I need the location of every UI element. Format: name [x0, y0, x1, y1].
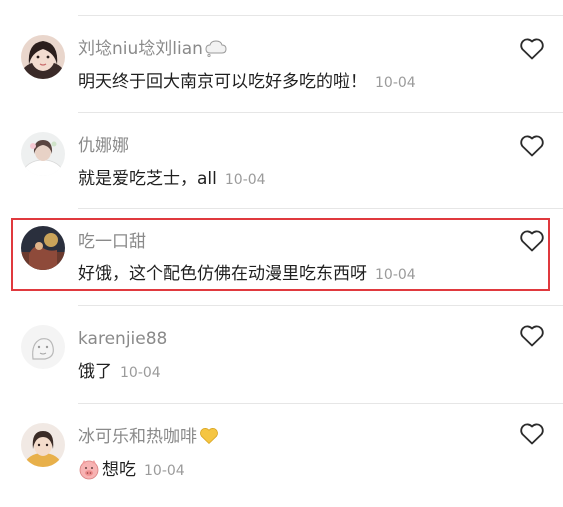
comment-date: 10-04	[224, 172, 266, 188]
comment-text: 明天终于回大南京可以吃好多吃的啦！ 10-04	[78, 71, 416, 94]
username-text: 刘埝niu埝刘lian	[78, 39, 203, 59]
comment-text: 想吃 10-04	[78, 458, 185, 486]
pig-face-emoji	[78, 458, 100, 486]
comment-date: 10-04	[144, 463, 185, 479]
comment-text: 饿了 10-04	[78, 361, 161, 384]
comment-text: 就是爱吃芝士，all 10-04	[78, 168, 266, 191]
like-heart-icon[interactable]	[519, 422, 545, 446]
comment-body: 明天终于回大南京可以吃好多吃的啦！	[78, 72, 367, 92]
username[interactable]: 仇娜娜	[78, 136, 129, 156]
username[interactable]: karenjie88	[78, 329, 167, 349]
highlight-box	[11, 218, 550, 291]
like-heart-icon[interactable]	[519, 134, 545, 158]
yellow-heart-icon	[199, 427, 219, 450]
avatar[interactable]	[21, 35, 65, 79]
like-heart-icon[interactable]	[519, 37, 545, 61]
comment-body: 饿了	[78, 362, 112, 382]
username-text: karenjie88	[78, 329, 168, 349]
comment-date: 10-04	[375, 75, 416, 91]
avatar[interactable]	[21, 132, 65, 176]
comment-item: 冰可乐和热咖啡 想吃 10-04	[0, 404, 563, 501]
like-heart-icon[interactable]	[519, 324, 545, 348]
username-text: 冰可乐和热咖啡	[78, 427, 197, 447]
avatar[interactable]	[21, 423, 65, 467]
username-text: 仇娜娜	[78, 136, 129, 156]
comment-item: 刘埝niu埝刘lian 明天终于回大南京可以吃好多吃的啦！ 10-04	[0, 16, 563, 113]
comment-item: 仇娜娜 就是爱吃芝士，all 10-04	[0, 113, 563, 210]
username[interactable]: 冰可乐和热咖啡	[78, 427, 219, 450]
comment-body: 想吃	[102, 460, 136, 480]
username[interactable]: 刘埝niu埝刘lian	[78, 39, 227, 62]
comment-item: karenjie88 饿了 10-04	[0, 306, 563, 403]
avatar[interactable]	[21, 325, 65, 369]
comment-body: 就是爱吃芝士，all	[78, 169, 217, 189]
comment-date: 10-04	[120, 365, 161, 381]
cloud-bubble-icon	[205, 39, 227, 62]
